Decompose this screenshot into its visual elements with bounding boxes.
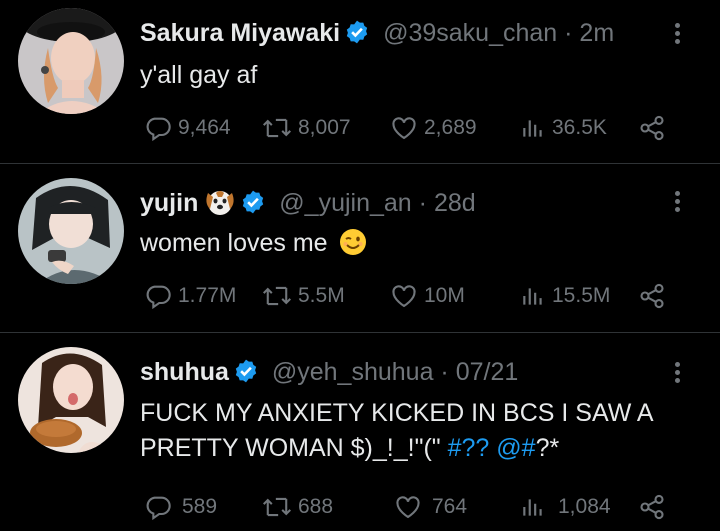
profile-photo-icon — [18, 8, 124, 114]
avatar[interactable] — [18, 178, 124, 284]
reply-button[interactable]: 1.77M — [144, 282, 236, 310]
timestamp[interactable]: 07/21 — [456, 358, 519, 386]
retweet-button[interactable]: 5.5M — [262, 282, 345, 310]
retweet-button[interactable]: 688 — [262, 493, 333, 521]
share-icon — [640, 494, 664, 520]
like-count: 764 — [432, 495, 468, 518]
views-chart-icon — [523, 120, 542, 137]
avatar[interactable] — [18, 8, 124, 114]
tweet-actions: 9,464 8,007 2,689 36.5K — [140, 114, 700, 148]
reply-button[interactable]: 9,464 — [144, 114, 231, 142]
views-button[interactable]: 15.5M — [520, 282, 610, 310]
avatar[interactable] — [18, 347, 124, 453]
tweet-3[interactable]: shuhua @yeh_shuhua · 07/21 FUCK MY ANXIE… — [0, 333, 720, 531]
tweet-text-content: women loves me — [140, 229, 328, 257]
tweet-text: women loves me — [140, 226, 690, 266]
share-button[interactable] — [637, 493, 667, 521]
retweet-icon — [262, 497, 292, 517]
tweet-text: y'all gay af — [140, 61, 258, 89]
more-options-icon[interactable] — [670, 20, 684, 47]
tweet-2[interactable]: yujin @_yujin_an · 28d women loves me 1.… — [0, 164, 720, 332]
more-options-icon[interactable] — [670, 359, 684, 386]
views-chart-icon — [523, 288, 542, 305]
separator-dot: · — [418, 189, 427, 217]
retweet-count: 688 — [298, 495, 334, 518]
profile-photo-icon — [18, 178, 124, 284]
share-button[interactable] — [637, 282, 667, 310]
retweet-button[interactable]: 8,007 — [262, 114, 351, 142]
reply-count: 589 — [182, 495, 218, 518]
timestamp[interactable]: 28d — [434, 189, 476, 217]
reply-icon — [146, 117, 171, 142]
like-button[interactable]: 2,689 — [390, 114, 477, 142]
like-button[interactable]: 10M — [390, 282, 465, 310]
views-button[interactable]: 1,084 — [520, 493, 611, 521]
heart-icon — [396, 496, 420, 519]
share-icon — [640, 115, 664, 141]
timestamp[interactable]: 2m — [579, 19, 614, 47]
user-handle[interactable]: @yeh_shuhua — [272, 358, 434, 386]
separator-dot: · — [564, 19, 573, 47]
tweet-text: FUCK MY ANXIETY KICKED IN BCS I SAW A PR… — [140, 396, 690, 466]
tweet-actions: 1.77M 5.5M 10M 15.5M — [140, 282, 700, 316]
profile-photo-icon — [18, 347, 124, 453]
like-button[interactable]: 764 — [394, 493, 467, 521]
separator-dot: · — [440, 358, 449, 386]
like-count: 10M — [424, 284, 465, 307]
display-name[interactable]: shuhua — [140, 358, 229, 386]
share-button[interactable] — [637, 114, 667, 142]
reply-count: 1.77M — [178, 284, 237, 307]
user-handle[interactable]: @39saku_chan — [383, 19, 557, 47]
tweet-text-tail: ?* — [535, 434, 560, 462]
dog-face-icon — [204, 187, 236, 226]
tweet-1[interactable]: Sakura Miyawaki @39saku_chan · 2m y'all … — [0, 0, 720, 163]
hashtag-link[interactable]: #?? — [448, 434, 490, 462]
view-count: 1,084 — [558, 495, 611, 518]
user-handle[interactable]: @_yujin_an — [279, 189, 411, 217]
reply-icon — [146, 496, 171, 521]
verified-badge-icon — [233, 358, 259, 393]
tweet-text-line-2: PRETTY WOMAN $)_!_!"(" #?? @#?* — [140, 431, 690, 466]
verified-badge-icon — [240, 189, 266, 224]
winking-face-icon — [339, 228, 367, 266]
view-count: 36.5K — [552, 116, 607, 139]
tweet-text-line-2-start: PRETTY WOMAN $)_!_!"(" — [140, 434, 441, 462]
verified-badge-icon — [344, 19, 370, 54]
display-name[interactable]: Sakura Miyawaki — [140, 19, 340, 47]
mention-link[interactable]: @# — [496, 434, 535, 462]
display-name[interactable]: yujin — [140, 189, 198, 217]
retweet-icon — [262, 118, 292, 138]
views-chart-icon — [523, 499, 542, 516]
retweet-icon — [262, 286, 292, 306]
reply-button[interactable]: 589 — [144, 493, 217, 521]
reply-count: 9,464 — [178, 116, 231, 139]
retweet-count: 8,007 — [298, 116, 351, 139]
view-count: 15.5M — [552, 284, 611, 307]
like-count: 2,689 — [424, 116, 477, 139]
heart-icon — [392, 285, 416, 308]
retweet-count: 5.5M — [298, 284, 345, 307]
tweet-text-line-1: FUCK MY ANXIETY KICKED IN BCS I SAW A — [140, 399, 654, 427]
more-options-icon[interactable] — [670, 188, 684, 215]
tweet-actions: 589 688 764 1,084 — [140, 493, 700, 527]
views-button[interactable]: 36.5K — [520, 114, 607, 142]
heart-icon — [392, 117, 416, 140]
reply-icon — [146, 285, 171, 310]
share-icon — [640, 283, 664, 309]
